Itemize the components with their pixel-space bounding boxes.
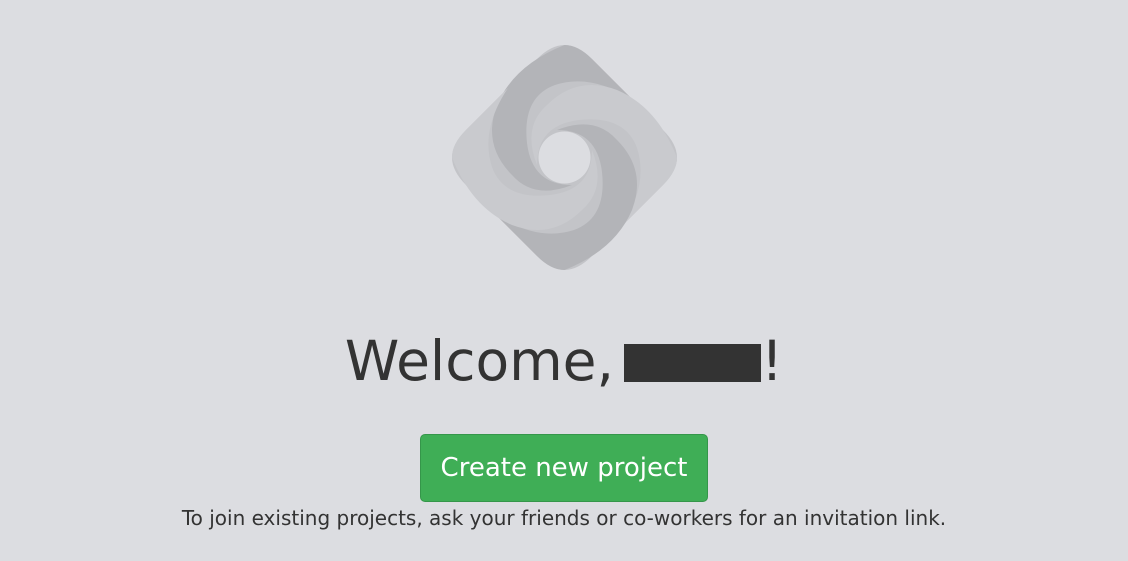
welcome-screen: Welcome,! Create new project To join exi… [0,0,1128,561]
welcome-prefix: Welcome, [344,329,614,393]
invitation-hint: To join existing projects, ask your frie… [181,506,947,530]
welcome-heading: Welcome,! [0,328,1128,394]
redacted-username [624,344,761,382]
welcome-suffix: ! [761,329,784,393]
app-logo-icon [452,45,677,270]
create-new-project-button[interactable]: Create new project [420,434,708,502]
